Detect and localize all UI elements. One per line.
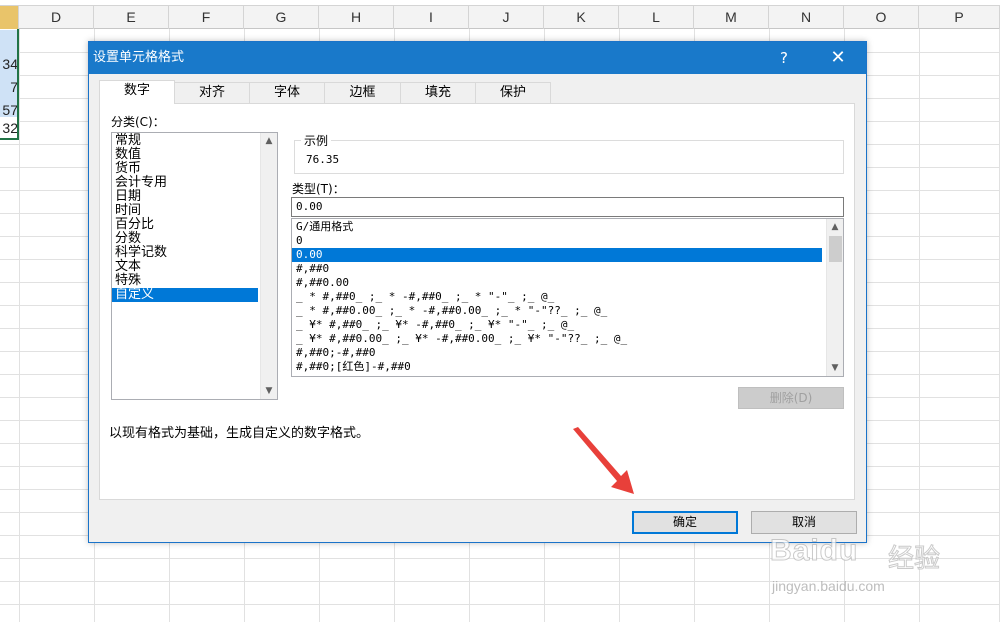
format-item[interactable]: _ * #,##0.00_ ;_ * -#,##0.00_ ;_ * "-"??… (292, 304, 843, 318)
cell-selection-border (0, 29, 19, 140)
category-item[interactable]: 时间 (112, 204, 277, 218)
column-header[interactable]: L (619, 6, 694, 29)
sample-label: 示例 (301, 132, 332, 149)
description-text: 以现有格式为基础，生成自定义的数字格式。 (109, 426, 370, 441)
format-cells-dialog: 设置单元格格式 ? ✕ 数字 对齐 字体 边框 填充 保护 分类(C)： 常规 … (88, 41, 867, 543)
grid-line (19, 29, 20, 622)
category-item-selected[interactable]: 自定义 (112, 288, 258, 302)
column-header[interactable]: G (244, 6, 319, 29)
type-label: 类型(T)： (292, 182, 345, 196)
scroll-up-icon[interactable]: ▲ (261, 133, 277, 149)
format-scrollbar[interactable]: ▲ ▼ (826, 219, 843, 376)
baidu-watermark: Baidu 经验 jingyan.baidu.com (752, 530, 952, 605)
watermark-main: Baidu (769, 534, 859, 568)
column-header[interactable]: F (169, 6, 244, 29)
format-item[interactable]: #,##0;-#,##0 (292, 346, 843, 360)
category-item[interactable]: 文本 (112, 260, 277, 274)
column-header[interactable]: N (769, 6, 844, 29)
format-item[interactable]: #,##0.00 (292, 276, 843, 290)
category-item[interactable]: 货币 (112, 162, 277, 176)
number-tab-panel: 分类(C)： 常规 数值 货币 会计专用 日期 时间 百分比 分数 科学记数 文… (99, 103, 855, 500)
category-item[interactable]: 会计专用 (112, 176, 277, 190)
tab-number[interactable]: 数字 (99, 80, 175, 104)
format-item-selected[interactable]: 0.00 (292, 248, 822, 262)
category-item[interactable]: 特殊 (112, 274, 277, 288)
help-button[interactable]: ? (767, 42, 801, 74)
sample-group: 示例 76.35 (294, 132, 844, 174)
dialog-title: 设置单元格格式 (93, 50, 185, 65)
category-listbox[interactable]: 常规 数值 货币 会计专用 日期 时间 百分比 分数 科学记数 文本 特殊 自定… (111, 132, 278, 400)
dialog-titlebar[interactable]: 设置单元格格式 ? ✕ (89, 42, 866, 74)
tab-alignment[interactable]: 对齐 (174, 82, 250, 103)
category-item[interactable]: 分数 (112, 232, 277, 246)
category-scrollbar[interactable]: ▲ ▼ (260, 133, 277, 399)
sample-value: 76.35 (306, 153, 340, 166)
column-header[interactable]: O (844, 6, 919, 29)
category-item[interactable]: 常规 (112, 134, 277, 148)
format-item[interactable]: _ ¥* #,##0.00_ ;_ ¥* -#,##0.00_ ;_ ¥* "-… (292, 332, 843, 346)
category-item[interactable]: 数值 (112, 148, 277, 162)
type-input[interactable]: 0.00 (291, 197, 844, 217)
column-header[interactable]: D (19, 6, 94, 29)
column-header[interactable]: I (394, 6, 469, 29)
scroll-down-icon[interactable]: ▼ (261, 383, 277, 399)
category-item[interactable]: 日期 (112, 190, 277, 204)
column-header[interactable]: M (694, 6, 769, 29)
format-item[interactable]: #,##0;[红色]-#,##0 (292, 360, 843, 374)
watermark-url: jingyan.baidu.com (772, 578, 885, 594)
format-item[interactable]: _ * #,##0_ ;_ * -#,##0_ ;_ * "-"_ ;_ @_ (292, 290, 843, 304)
column-header[interactable]: H (319, 6, 394, 29)
column-header[interactable]: J (469, 6, 544, 29)
column-header[interactable]: P (919, 6, 1000, 29)
tab-border[interactable]: 边框 (324, 82, 401, 103)
tab-font[interactable]: 字体 (249, 82, 325, 103)
tab-fill[interactable]: 填充 (400, 82, 476, 103)
category-item[interactable]: 百分比 (112, 218, 277, 232)
scroll-down-icon[interactable]: ▼ (827, 360, 843, 376)
column-header[interactable]: E (94, 6, 169, 29)
delete-button[interactable]: 删除(D) (738, 387, 844, 409)
scroll-up-icon[interactable]: ▲ (827, 219, 843, 235)
tab-protection[interactable]: 保护 (475, 82, 551, 103)
ok-button[interactable]: 确定 (632, 511, 738, 534)
format-item[interactable]: #,##0 (292, 262, 843, 276)
category-item[interactable]: 科学记数 (112, 246, 277, 260)
format-item[interactable]: 0 (292, 234, 843, 248)
format-item[interactable]: G/通用格式 (292, 220, 843, 234)
format-listbox[interactable]: G/通用格式 0 0.00 #,##0 #,##0.00 _ * #,##0_ … (291, 218, 844, 377)
watermark-cn: 经验 (887, 544, 941, 575)
close-icon[interactable]: ✕ (821, 42, 855, 74)
column-header[interactable]: K (544, 6, 619, 29)
scroll-thumb[interactable] (829, 236, 842, 262)
annotation-arrow-icon (573, 427, 634, 494)
format-item[interactable]: _ ¥* #,##0_ ;_ ¥* -#,##0_ ;_ ¥* "-"_ ;_ … (292, 318, 843, 332)
column-header-row: D E F G H I J K L M N O P (0, 5, 1000, 29)
category-label: 分类(C)： (111, 115, 165, 129)
column-header-c[interactable] (0, 6, 19, 29)
